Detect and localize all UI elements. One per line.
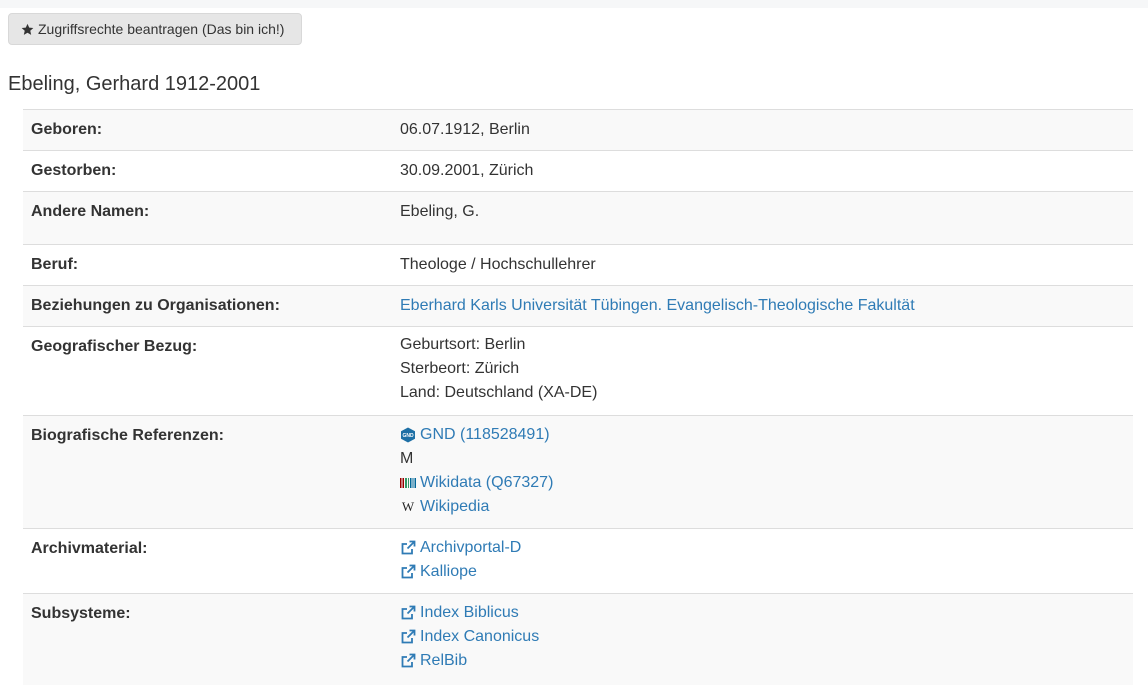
archive-label: Archivmaterial: [31,540,148,557]
subsystems-values: Index Biblicus Index Canonicus RelBib [400,601,539,673]
svg-text:GND: GND [402,433,414,439]
geography-values: Geburtsort: Berlin Sterbeort: Zürich Lan… [400,333,597,405]
bio-references-values: GND GND (118528491) M Wikidata (Q67327) … [400,423,553,519]
gnd-icon: GND [401,427,415,443]
index-canonicus-link-label[interactable]: Index Canonicus [420,625,539,649]
birthplace-text: Geburtsort: Berlin [400,336,526,353]
star-icon [21,23,34,35]
index-biblicus-link-label[interactable]: Index Biblicus [420,601,519,625]
other-names-label: Andere Namen: [31,203,150,220]
wikipedia-link-label[interactable]: Wikipedia [420,495,489,519]
deathplace-text: Sterbeort: Zürich [400,360,520,377]
profession-label: Beruf: [31,256,79,273]
gnd-link[interactable]: GND GND (118528491) [400,423,553,447]
index-canonicus-link[interactable]: Index Canonicus [400,625,539,649]
archivportal-link[interactable]: Archivportal-D [400,536,521,560]
organization-link[interactable]: Eberhard Karls Universität Tübingen. Eva… [400,294,915,318]
profession-value: Theologe / Hochschullehrer [400,256,596,273]
relbib-link[interactable]: RelBib [400,649,539,673]
kalliope-link-label[interactable]: Kalliope [420,560,477,584]
request-access-button[interactable]: Zugriffsrechte beantragen (Das bin ich!) [8,13,302,45]
wikidata-icon [400,478,416,488]
row-other-names: Andere Namen: Ebeling, G. [23,191,1133,244]
wikidata-link[interactable]: Wikidata (Q67327) [400,471,553,495]
external-link-icon [401,564,416,579]
wikidata-link-label[interactable]: Wikidata (Q67327) [420,471,553,495]
person-details-table: Geboren: 06.07.1912, Berlin Gestorben: 3… [23,109,1133,685]
external-link-icon [401,605,416,620]
row-subsystems: Subsysteme: Index Biblicus Index Canonic… [23,593,1133,685]
row-archive-material: Archivmaterial: Archivportal-D Kalliope [23,528,1133,593]
relbib-link-label[interactable]: RelBib [420,649,467,673]
external-link-icon [401,629,416,644]
row-profession: Beruf: Theologe / Hochschullehrer [23,244,1133,285]
organizations-label: Beziehungen zu Organisationen: [31,297,280,314]
row-geography: Geografischer Bezug: Geburtsort: Berlin … [23,326,1133,415]
died-label: Gestorben: [31,162,117,179]
m-text: M [400,450,414,467]
external-link-icon [401,653,416,668]
died-value: 30.09.2001, Zürich [400,162,534,179]
request-access-label: Zugriffsrechte beantragen (Das bin ich!) [38,21,285,37]
subsystems-label: Subsysteme: [31,605,131,622]
row-bio-references: Biografische Referenzen: GND GND (118528… [23,415,1133,528]
page-title: Ebeling, Gerhard 1912-2001 [8,73,261,95]
other-names-value: Ebeling, G. [400,203,480,220]
archive-values: Archivportal-D Kalliope [400,536,521,584]
bio-references-label: Biografische Referenzen: [31,427,224,444]
index-biblicus-link[interactable]: Index Biblicus [400,601,539,625]
row-organizations: Beziehungen zu Organisationen: Eberhard … [23,285,1133,326]
row-died: Gestorben: 30.09.2001, Zürich [23,150,1133,191]
row-born: Geboren: 06.07.1912, Berlin [23,109,1133,150]
kalliope-link[interactable]: Kalliope [400,560,521,584]
top-strip [0,0,1148,8]
gnd-link-label[interactable]: GND (118528491) [420,423,550,447]
external-link-icon [401,540,416,555]
wikipedia-icon: W [401,499,415,514]
born-label: Geboren: [31,121,103,138]
archivportal-link-label[interactable]: Archivportal-D [420,536,521,560]
wikipedia-link[interactable]: W Wikipedia [400,495,553,519]
born-value: 06.07.1912, Berlin [400,121,530,138]
country-text: Land: Deutschland (XA-DE) [400,384,598,401]
geography-label: Geografischer Bezug: [31,338,198,355]
